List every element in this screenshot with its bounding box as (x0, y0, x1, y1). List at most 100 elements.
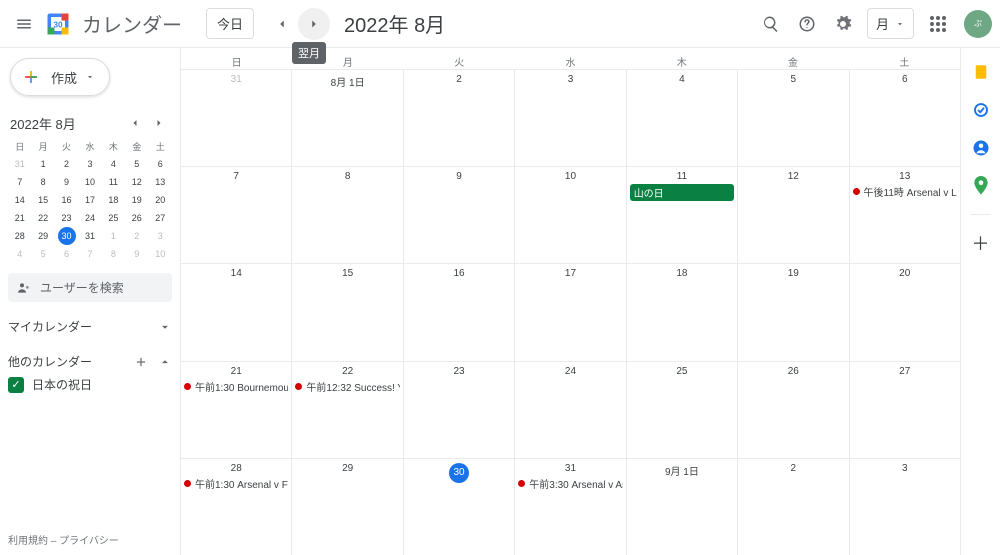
mini-day-cell[interactable]: 4 (104, 155, 122, 173)
mini-day-cell[interactable]: 1 (104, 227, 122, 245)
grid-day-number[interactable]: 26 (741, 364, 845, 377)
calendar-item-jp-holidays[interactable]: ✓ 日本の祝日 (8, 372, 172, 397)
checkbox-checked-icon[interactable]: ✓ (8, 377, 24, 393)
event-item[interactable]: 午前1:30 Bournemout (184, 379, 288, 394)
grid-day-cell[interactable]: 3 (850, 459, 960, 555)
settings-icon[interactable] (827, 8, 859, 40)
grid-day-cell[interactable]: 9 (404, 167, 515, 263)
grid-day-cell[interactable]: 27 (850, 362, 960, 458)
grid-day-cell[interactable]: 30 (404, 459, 515, 555)
grid-day-cell[interactable]: 9月 1日 (627, 459, 738, 555)
event-item[interactable]: 午前1:30 Arsenal v Fu (184, 476, 288, 491)
grid-day-cell[interactable]: 12 (738, 167, 849, 263)
mini-day-cell[interactable]: 9 (128, 245, 146, 263)
mini-day-cell[interactable]: 6 (151, 155, 169, 173)
mini-day-cell[interactable]: 3 (81, 155, 99, 173)
mini-day-cell[interactable]: 27 (151, 209, 169, 227)
grid-day-cell[interactable]: 28午前1:30 Arsenal v Fu (181, 459, 292, 555)
grid-day-cell[interactable]: 21 午前1:30 Bournemout (181, 362, 292, 458)
search-icon[interactable] (755, 8, 787, 40)
grid-day-number[interactable]: 21 (184, 364, 288, 377)
grid-day-number[interactable]: 9月 1日 (630, 461, 734, 478)
grid-day-cell[interactable]: 22午前12:32 Success! Y (292, 362, 403, 458)
mini-day-cell[interactable]: 30 (58, 227, 76, 245)
grid-day-cell[interactable]: 8月 1日 (292, 70, 403, 166)
grid-day-number[interactable]: 31 (518, 461, 622, 474)
help-icon[interactable] (791, 8, 823, 40)
mini-day-cell[interactable]: 4 (11, 245, 29, 263)
grid-day-cell[interactable]: 29 (292, 459, 403, 555)
grid-day-cell[interactable]: 5 (738, 70, 849, 166)
grid-day-cell[interactable]: 31 午前3:30 Arsenal v As (515, 459, 626, 555)
grid-day-cell[interactable]: 13午後11時 Arsenal v Le (850, 167, 960, 263)
mini-day-cell[interactable]: 12 (128, 173, 146, 191)
grid-day-cell[interactable]: 16 (404, 264, 515, 360)
grid-day-number[interactable]: 31 (184, 72, 288, 85)
my-calendars-toggle[interactable]: マイカレンダー (8, 316, 172, 337)
grid-day-cell[interactable]: 23 (404, 362, 515, 458)
mini-day-cell[interactable]: 14 (11, 191, 29, 209)
grid-day-number[interactable]: 11 (630, 169, 734, 182)
grid-day-cell[interactable]: 2 (404, 70, 515, 166)
mini-day-cell[interactable]: 1 (34, 155, 52, 173)
tasks-icon[interactable] (971, 100, 991, 120)
next-month-button[interactable] (298, 8, 330, 40)
grid-day-cell[interactable]: 7 (181, 167, 292, 263)
grid-day-cell[interactable]: 20 (850, 264, 960, 360)
grid-day-cell[interactable]: 6 (850, 70, 960, 166)
mini-day-cell[interactable]: 29 (34, 227, 52, 245)
grid-day-cell[interactable]: 17 (515, 264, 626, 360)
grid-day-cell[interactable]: 11 山の日 (627, 167, 738, 263)
grid-day-number[interactable]: 10 (518, 169, 622, 182)
mini-day-cell[interactable]: 31 (11, 155, 29, 173)
grid-day-number[interactable]: 4 (630, 72, 734, 85)
today-button[interactable]: 今日 (206, 8, 254, 39)
grid-day-number[interactable]: 14 (184, 266, 288, 279)
mini-day-cell[interactable]: 6 (58, 245, 76, 263)
mini-day-cell[interactable]: 18 (104, 191, 122, 209)
grid-day-cell[interactable]: 26 (738, 362, 849, 458)
mini-day-cell[interactable]: 2 (128, 227, 146, 245)
grid-day-cell[interactable]: 2 (738, 459, 849, 555)
grid-day-cell[interactable]: 10 (515, 167, 626, 263)
mini-day-cell[interactable]: 11 (104, 173, 122, 191)
keep-icon[interactable] (971, 62, 991, 82)
grid-day-number[interactable]: 12 (741, 169, 845, 182)
mini-day-cell[interactable]: 10 (81, 173, 99, 191)
event-item[interactable]: 午前3:30 Arsenal v As (518, 476, 622, 491)
grid-day-number[interactable]: 29 (295, 461, 399, 474)
mini-day-cell[interactable]: 16 (58, 191, 76, 209)
mini-day-cell[interactable]: 10 (151, 245, 169, 263)
add-calendar-icon[interactable] (134, 355, 148, 369)
mini-day-cell[interactable]: 17 (81, 191, 99, 209)
event-item[interactable]: 午前12:32 Success! Y (295, 379, 399, 394)
event-chip[interactable]: 山の日 (630, 184, 734, 201)
grid-day-number[interactable]: 7 (184, 169, 288, 182)
grid-day-cell[interactable]: 19 (738, 264, 849, 360)
grid-day-number[interactable]: 17 (518, 266, 622, 279)
mini-day-cell[interactable]: 28 (11, 227, 29, 245)
grid-day-cell[interactable]: 4 (627, 70, 738, 166)
grid-day-number[interactable]: 20 (853, 266, 957, 279)
grid-day-number[interactable]: 6 (853, 72, 957, 85)
view-selector[interactable]: 月 (867, 8, 914, 39)
grid-day-cell[interactable]: 3 (515, 70, 626, 166)
search-people-input[interactable]: ユーザーを検索 (8, 273, 172, 302)
grid-day-cell[interactable]: 8 (292, 167, 403, 263)
grid-day-number[interactable]: 8月 1日 (295, 72, 399, 89)
mini-next-month-button[interactable] (148, 112, 170, 134)
mini-day-cell[interactable]: 22 (34, 209, 52, 227)
mini-day-cell[interactable]: 3 (151, 227, 169, 245)
grid-day-number[interactable]: 27 (853, 364, 957, 377)
mini-day-cell[interactable]: 24 (81, 209, 99, 227)
grid-day-number[interactable]: 18 (630, 266, 734, 279)
mini-day-cell[interactable]: 7 (81, 245, 99, 263)
grid-day-number[interactable]: 16 (407, 266, 511, 279)
grid-day-number[interactable]: 3 (518, 72, 622, 85)
mini-day-cell[interactable]: 31 (81, 227, 99, 245)
current-period-label[interactable]: 2022年 8月 (344, 9, 445, 38)
mini-day-cell[interactable]: 23 (58, 209, 76, 227)
grid-day-number[interactable]: 2 (407, 72, 511, 85)
grid-day-cell[interactable]: 14 (181, 264, 292, 360)
event-item[interactable]: 午後11時 Arsenal v Le (853, 184, 957, 199)
